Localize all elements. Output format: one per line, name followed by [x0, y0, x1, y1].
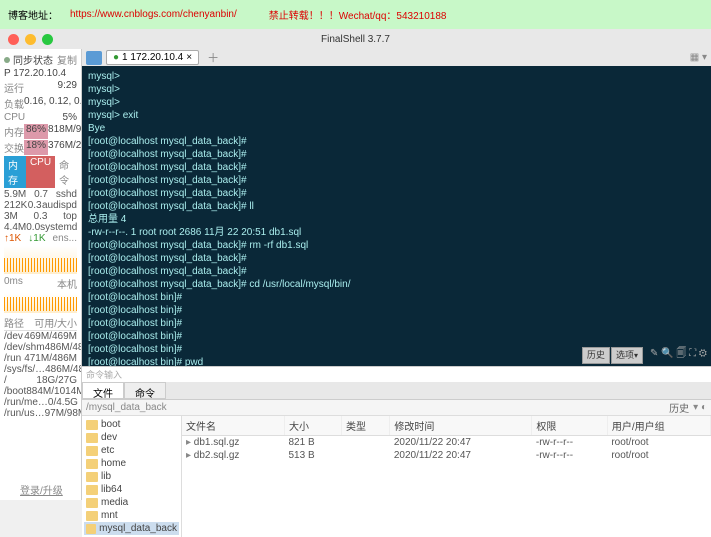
login-link[interactable]: 登录/升级 [20, 482, 63, 497]
folder-icon [86, 485, 98, 495]
path-text[interactable]: /mysql_data_back [86, 402, 167, 413]
close-icon[interactable] [8, 34, 19, 45]
col-perm[interactable]: 权限 [532, 416, 607, 436]
status-dot-icon: ● [113, 52, 119, 63]
minimize-icon[interactable] [25, 34, 36, 45]
tree-node[interactable]: etc [84, 444, 179, 457]
tree-node[interactable]: mnt [84, 509, 179, 522]
cpu-label: CPU [4, 112, 25, 123]
blog-url: https://www.cnblogs.com/chenyanbin/ [70, 9, 237, 20]
session-toolbar: ● 1 172.20.10.4 × ＋ ▦ ▾ [82, 49, 711, 66]
col-type[interactable]: 类型 [341, 416, 389, 436]
folder-icon [86, 498, 98, 508]
tab-files[interactable]: 文件 [82, 382, 124, 399]
tree-node[interactable]: media [84, 496, 179, 509]
latency: 0ms [4, 276, 23, 291]
table-row[interactable]: ▸ db2.sql.gz513 B2020/11/22 20:47-rw-r--… [182, 449, 711, 462]
session-tab[interactable]: ● 1 172.20.10.4 × [106, 50, 199, 65]
options-button[interactable]: 选项▾ [611, 347, 643, 364]
folder-icon [86, 511, 98, 521]
uptime-label: 运行 [4, 80, 24, 95]
swap-pct: 18% [24, 140, 48, 155]
sidebar: 同步状态复制 P 172.20.10.4 运行 9:29 负载0.16, 0.12… [0, 49, 82, 500]
mem-label: 内存 [4, 124, 24, 139]
folder-icon [86, 472, 98, 482]
tree-node[interactable]: home [84, 457, 179, 470]
chevron-down-icon[interactable]: ▾ ◐ [693, 402, 707, 413]
mem-pct: 86% [24, 124, 48, 139]
swap-val: 376M/2G [48, 140, 82, 155]
folder-icon [86, 420, 98, 430]
terminal-tools[interactable]: ✎ 🔍 🗐 ⛶ ⚙ [650, 347, 707, 364]
grid-icon[interactable]: ▦ ▾ [690, 52, 707, 63]
network-chart [4, 246, 77, 274]
folder-icon [86, 433, 98, 443]
load-value: 0.16, 0.12, 0.07 [24, 96, 82, 111]
copy-link[interactable]: 复制 [57, 52, 77, 67]
folder-tree[interactable]: bootdevetchomeliblib64mediamntmysql_data… [82, 416, 182, 537]
cpu-value: 5% [63, 112, 77, 123]
session-host: 1 172.20.10.4 [122, 52, 183, 63]
tab-command[interactable]: 命令 [55, 156, 77, 188]
tab-commands[interactable]: 命令 [124, 382, 166, 399]
col-size[interactable]: 大小 [284, 416, 341, 436]
tree-node[interactable]: lib [84, 470, 179, 483]
sync-label: 同步状态 [13, 52, 53, 67]
host-label: 本机 [57, 276, 77, 291]
history-button[interactable]: 历史 [669, 400, 689, 415]
col-owner[interactable]: 用户/用户组 [607, 416, 710, 436]
sync-dot-icon [4, 57, 10, 63]
load-label: 负载 [4, 96, 24, 111]
tab-memory[interactable]: 内存 [4, 156, 26, 188]
col-mtime[interactable]: 修改时间 [390, 416, 532, 436]
mem-val: 818M/972M [48, 124, 82, 139]
net-if: ens... [53, 233, 77, 244]
warning-text: 禁止转载！！！Wechat/qq：543210188 [269, 7, 447, 22]
tree-node[interactable]: mysql_data_back [84, 522, 179, 535]
folder-icon [86, 459, 98, 469]
command-input[interactable]: 命令输入 [82, 366, 711, 382]
tab-close-icon[interactable]: × [186, 52, 192, 63]
tree-node[interactable]: boot [84, 418, 179, 431]
net-dn: ↓1K [28, 233, 45, 244]
app-title: FinalShell 3.7.7 [321, 34, 390, 45]
disk-list: 路径可用/大小 /dev469M/469M /dev/shm486M/486M … [4, 315, 77, 419]
blog-label: 博客地址： [8, 7, 58, 22]
latency-chart [4, 293, 77, 313]
maximize-icon[interactable] [42, 34, 53, 45]
process-list: 5.9M0.7sshd 212K0.3audispd 3M0.3top 4.4M… [4, 189, 77, 233]
add-tab-button[interactable]: ＋ [207, 49, 219, 66]
folder-icon[interactable] [86, 51, 102, 65]
watermark-banner: 博客地址： https://www.cnblogs.com/chenyanbin… [0, 0, 711, 29]
folder-icon [86, 524, 96, 534]
folder-icon [86, 446, 98, 456]
uptime-value: 9:29 [58, 80, 77, 95]
ip-text: P 172.20.10.4 [4, 68, 66, 79]
col-name[interactable]: 文件名 [182, 416, 284, 436]
file-list[interactable]: 文件名 大小 类型 修改时间 权限 用户/用户组 ▸ db1.sql.gz821… [182, 416, 711, 537]
net-up: ↑1K [4, 233, 21, 244]
table-row[interactable]: ▸ db1.sql.gz821 B2020/11/22 20:47-rw-r--… [182, 436, 711, 450]
terminal[interactable]: mysql>mysql>mysql>mysql> exitBye[root@lo… [82, 66, 711, 366]
tab-cpu[interactable]: CPU [26, 156, 55, 188]
window-titlebar: FinalShell 3.7.7 [0, 29, 711, 49]
history-button[interactable]: 历史 [582, 347, 610, 364]
swap-label: 交换 [4, 140, 24, 155]
tree-node[interactable]: dev [84, 431, 179, 444]
tree-node[interactable]: lib64 [84, 483, 179, 496]
